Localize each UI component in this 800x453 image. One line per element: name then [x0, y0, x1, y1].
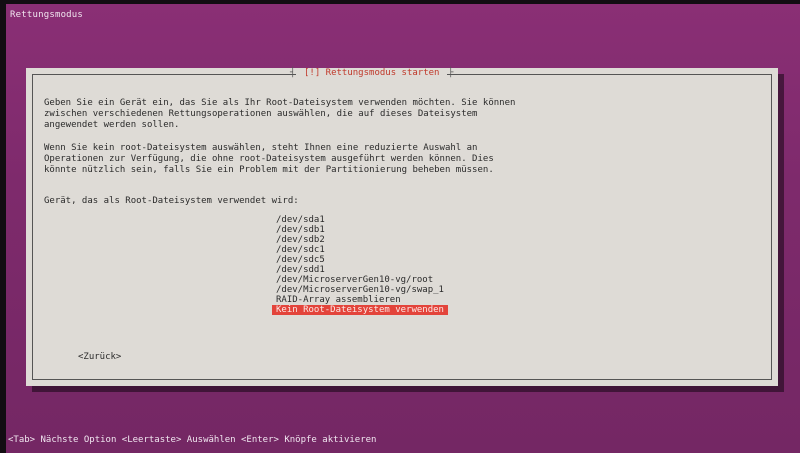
back-button[interactable]: <Zurück>	[78, 352, 121, 363]
device-option-sdc1[interactable]: /dev/sdc1	[272, 245, 448, 255]
device-option-lvm-swap[interactable]: /dev/MicroserverGen10-vg/swap_1	[272, 285, 448, 295]
keyboard-hint-bar: <Tab> Nächste Option <Leertaste> Auswähl…	[8, 435, 377, 445]
dialog-title: [!] Rettungsmodus starten	[290, 68, 454, 79]
screen-title: Rettungsmodus	[10, 10, 84, 20]
device-option-sdd1[interactable]: /dev/sdd1	[272, 265, 448, 275]
option-no-root-filesystem[interactable]: Kein Root-Dateisystem verwenden	[272, 305, 448, 315]
installer-screen: Rettungsmodus [!] Rettungsmodus starten …	[6, 4, 800, 453]
device-prompt: Gerät, das als Root-Dateisystem verwende…	[44, 196, 299, 206]
rescue-mode-dialog: [!] Rettungsmodus starten Geben Sie ein …	[26, 68, 778, 386]
device-option-lvm-root[interactable]: /dev/MicroserverGen10-vg/root	[272, 275, 448, 285]
device-option-sdc5[interactable]: /dev/sdc5	[272, 255, 448, 265]
instruction-paragraph: Geben Sie ein Gerät ein, das Sie als Ihr…	[44, 98, 516, 130]
device-list: /dev/sda1 /dev/sdb1 /dev/sdb2 /dev/sdc1 …	[272, 215, 448, 315]
info-paragraph: Wenn Sie kein root-Dateisystem auswählen…	[44, 143, 494, 175]
option-assemble-raid[interactable]: RAID-Array assemblieren	[272, 295, 448, 305]
device-option-sdb1[interactable]: /dev/sdb1	[272, 225, 448, 235]
device-option-sdb2[interactable]: /dev/sdb2	[272, 235, 448, 245]
device-option-sda1[interactable]: /dev/sda1	[272, 215, 448, 225]
